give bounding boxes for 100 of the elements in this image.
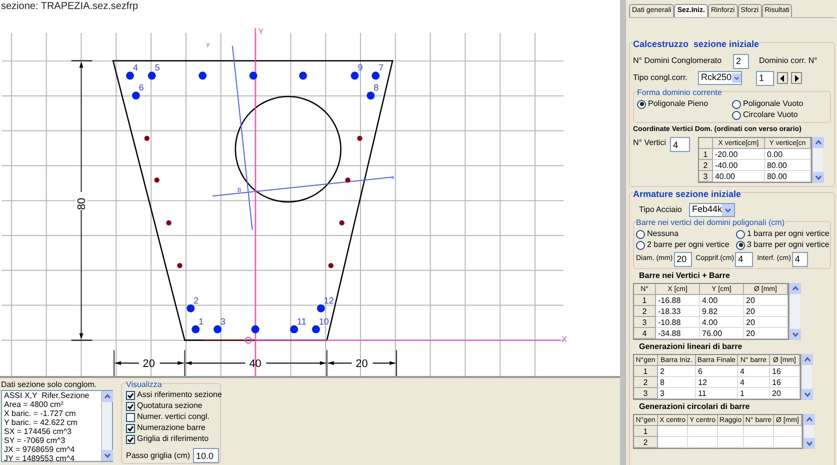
table-cell: -34.88 xyxy=(656,328,700,338)
scrollbar[interactable] xyxy=(101,391,112,461)
table-cell[interactable] xyxy=(774,436,802,448)
row-header: 2 xyxy=(634,306,656,316)
row-header: 1 xyxy=(634,366,658,376)
scroll-up-icon[interactable] xyxy=(802,354,813,364)
section-heading: Barre nei Vertici + Barre xyxy=(638,270,731,282)
bar-number: 10 xyxy=(318,316,329,326)
checkbox[interactable] xyxy=(126,424,135,432)
scroll-up-icon[interactable] xyxy=(812,137,824,148)
scroll-up-icon[interactable] xyxy=(102,391,113,402)
dropdown[interactable]: Feb44k xyxy=(689,202,735,216)
table-cell: 12 xyxy=(696,376,738,388)
table-cell[interactable] xyxy=(688,426,718,436)
list-line: ASSI X,Y Rifer.Sezione xyxy=(4,391,90,400)
scrollbar[interactable] xyxy=(803,414,814,448)
input-field[interactable]: 10.0 xyxy=(193,448,220,463)
radio-label: 1 barra per ogni vertice xyxy=(747,228,830,240)
field-label: Tipo congl.corr. xyxy=(633,72,688,84)
table-cell: 4.00 xyxy=(700,316,744,328)
checkbox[interactable] xyxy=(126,390,135,400)
scroll-up-icon[interactable] xyxy=(804,414,815,424)
table-cell[interactable] xyxy=(658,436,688,448)
list-line: JY = 1489553 cm^4 xyxy=(4,454,76,463)
row-header: 2 xyxy=(634,376,658,388)
input-field[interactable]: 1 xyxy=(756,70,774,86)
rebar-dot xyxy=(339,220,344,226)
scroll-up-icon[interactable] xyxy=(790,282,801,294)
radio-button[interactable] xyxy=(637,100,646,108)
rebar-dot xyxy=(366,92,375,100)
rebar-dot xyxy=(249,72,258,80)
scrollbar[interactable] xyxy=(801,354,812,400)
table-cell: 40.00 xyxy=(712,171,765,182)
rebar-dot xyxy=(299,72,308,80)
next-button[interactable] xyxy=(791,72,802,84)
radio-button[interactable] xyxy=(732,110,741,120)
table-cell[interactable] xyxy=(658,426,688,436)
table-cell: 0.00 xyxy=(764,149,811,160)
rebar-dot xyxy=(316,304,325,312)
row-header: 3 xyxy=(698,171,713,182)
table-cell: -16.88 xyxy=(656,294,700,306)
dropdown[interactable]: Rck250 xyxy=(698,71,742,85)
bar-number: 6 xyxy=(138,82,144,93)
scroll-down-icon[interactable] xyxy=(802,388,813,400)
radio-label: 2 barre per ogni vertice xyxy=(647,239,730,251)
radio-button[interactable] xyxy=(636,240,645,250)
dimension-label: 20 xyxy=(142,358,155,370)
table-cell[interactable] xyxy=(718,426,744,436)
scrollbar[interactable] xyxy=(789,282,800,340)
table-cell[interactable] xyxy=(774,426,802,436)
checkbox-label: Assi riferimento sezione xyxy=(137,389,222,401)
table-cell: 6 xyxy=(696,366,738,376)
axis-label: X xyxy=(562,335,567,344)
rebar-dot xyxy=(148,72,156,80)
group-title: Forma dominio corrente xyxy=(637,86,722,98)
input-field[interactable]: 20 xyxy=(674,252,692,266)
axis-label: Y xyxy=(258,26,264,36)
input-field[interactable]: 4 xyxy=(792,252,808,266)
right-triangle-icon xyxy=(794,74,799,82)
row-header: 1 xyxy=(634,426,658,436)
radio-label: Poligonale Pieno xyxy=(648,98,708,110)
radio-button[interactable] xyxy=(736,240,745,250)
checkbox[interactable] xyxy=(126,402,135,410)
input-field[interactable]: 4 xyxy=(670,137,690,152)
radio-button[interactable] xyxy=(736,230,745,238)
radio-button[interactable] xyxy=(732,100,741,108)
table-cell[interactable] xyxy=(744,426,774,436)
scrollbar[interactable] xyxy=(812,137,823,183)
table-cell: -10.88 xyxy=(656,316,700,328)
table-cell: -20.00 xyxy=(712,149,765,160)
radio-button[interactable] xyxy=(636,230,645,238)
checkbox[interactable] xyxy=(126,412,135,422)
checkbox[interactable] xyxy=(126,434,135,444)
previous-button[interactable] xyxy=(777,72,788,84)
table-cell[interactable] xyxy=(718,436,744,448)
list-line: X baric. = -1.727 cm xyxy=(4,409,77,418)
scroll-down-icon[interactable] xyxy=(804,438,815,448)
scroll-down-icon[interactable] xyxy=(102,450,113,461)
table-cell: 16 xyxy=(770,366,800,376)
table-cell: 20 xyxy=(744,306,788,316)
group-title: Visualizza xyxy=(126,380,162,389)
input-field[interactable]: 4 xyxy=(735,252,754,266)
rebar-dot xyxy=(328,263,334,268)
bar-number: 9 xyxy=(358,62,363,73)
scroll-down-icon[interactable] xyxy=(812,172,824,183)
row-header: 2 xyxy=(698,160,713,171)
row-header: 3 xyxy=(634,316,656,328)
radio-label: Poligonale Vuoto xyxy=(743,98,804,110)
scroll-down-icon[interactable] xyxy=(790,328,801,340)
table-cell[interactable] xyxy=(688,436,718,448)
section-heading: Generazioni lineari di barre xyxy=(638,340,744,352)
origin-marker xyxy=(244,336,252,344)
row-header: 1 xyxy=(698,149,713,160)
table-cell: 1 xyxy=(738,388,770,398)
rebar-dot xyxy=(357,136,362,141)
checkbox-label: Numerazione barre xyxy=(137,422,206,434)
input-field[interactable]: 2 xyxy=(733,54,749,68)
bar-number: 5 xyxy=(154,62,160,73)
list-line: Y baric. = 42.622 cm xyxy=(4,418,78,427)
table-cell[interactable] xyxy=(744,436,774,448)
